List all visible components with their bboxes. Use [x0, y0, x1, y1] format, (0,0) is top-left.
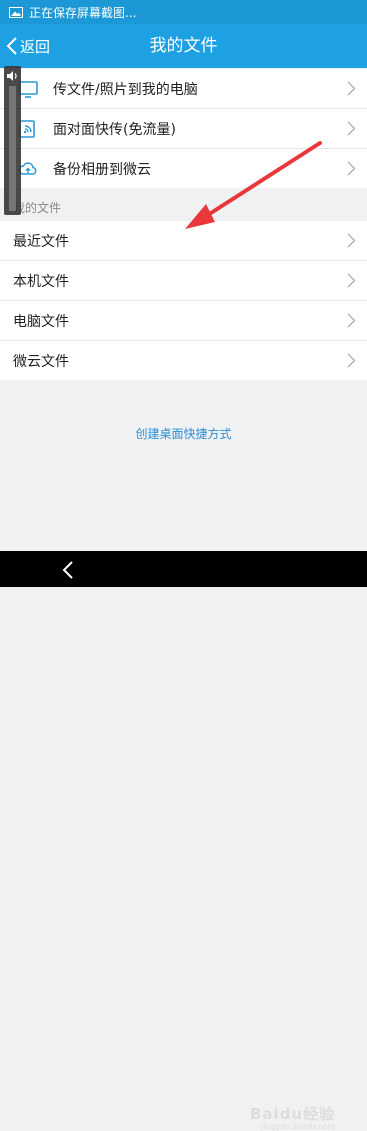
item-label: 最近文件	[13, 233, 69, 250]
volume-track	[9, 86, 16, 211]
item-label: 备份相册到微云	[53, 161, 151, 178]
transfer-options-list: 传文件/照片到我的电脑 面对面快传(免流量) 备份相册到微云	[0, 69, 367, 188]
volume-slider[interactable]	[4, 66, 21, 215]
create-shortcut-link[interactable]: 创建桌面快捷方式	[0, 425, 367, 442]
local-files-item[interactable]: 本机文件	[0, 261, 367, 301]
item-label: 微云文件	[13, 353, 69, 370]
status-bar: 正在保存屏幕截图...	[0, 0, 367, 24]
title-bar: 我的文件 返回	[0, 24, 367, 68]
transfer-to-computer-item[interactable]: 传文件/照片到我的电脑	[0, 69, 367, 109]
chevron-right-icon	[347, 273, 356, 288]
status-text: 正在保存屏幕截图...	[29, 5, 137, 20]
computer-files-item[interactable]: 电脑文件	[0, 301, 367, 341]
chevron-right-icon	[347, 313, 356, 328]
back-button[interactable]: 返回	[6, 24, 50, 68]
weiyun-files-item[interactable]: 微云文件	[0, 341, 367, 380]
chevron-right-icon	[347, 233, 356, 248]
recent-files-item[interactable]: 最近文件	[0, 221, 367, 261]
watermark-brand: Baidu经验	[250, 1105, 336, 1123]
navigation-bar: Baidu经验 jingyan.baidu.com	[0, 551, 367, 1131]
page-title: 我的文件	[149, 36, 218, 56]
chevron-right-icon	[347, 81, 356, 96]
item-label: 面对面快传(免流量)	[53, 121, 176, 138]
my-files-list: 最近文件 本机文件 电脑文件 微云文件	[0, 221, 367, 380]
baidu-watermark: Baidu经验 jingyan.baidu.com	[250, 1103, 335, 1131]
chevron-left-icon	[6, 37, 17, 55]
face-to-face-transfer-item[interactable]: 面对面快传(免流量)	[0, 109, 367, 149]
item-label: 传文件/照片到我的电脑	[53, 81, 198, 98]
item-label: 本机文件	[13, 273, 69, 290]
speaker-icon	[7, 71, 17, 81]
watermark-url: jingyan.baidu.com	[261, 1122, 336, 1131]
back-label: 返回	[20, 37, 51, 56]
backup-album-item[interactable]: 备份相册到微云	[0, 149, 367, 188]
item-label: 电脑文件	[13, 313, 69, 330]
image-icon	[9, 6, 23, 18]
chevron-right-icon	[347, 353, 356, 368]
chevron-right-icon	[347, 161, 356, 176]
nav-back-icon[interactable]	[60, 560, 76, 580]
chevron-right-icon	[347, 121, 356, 136]
